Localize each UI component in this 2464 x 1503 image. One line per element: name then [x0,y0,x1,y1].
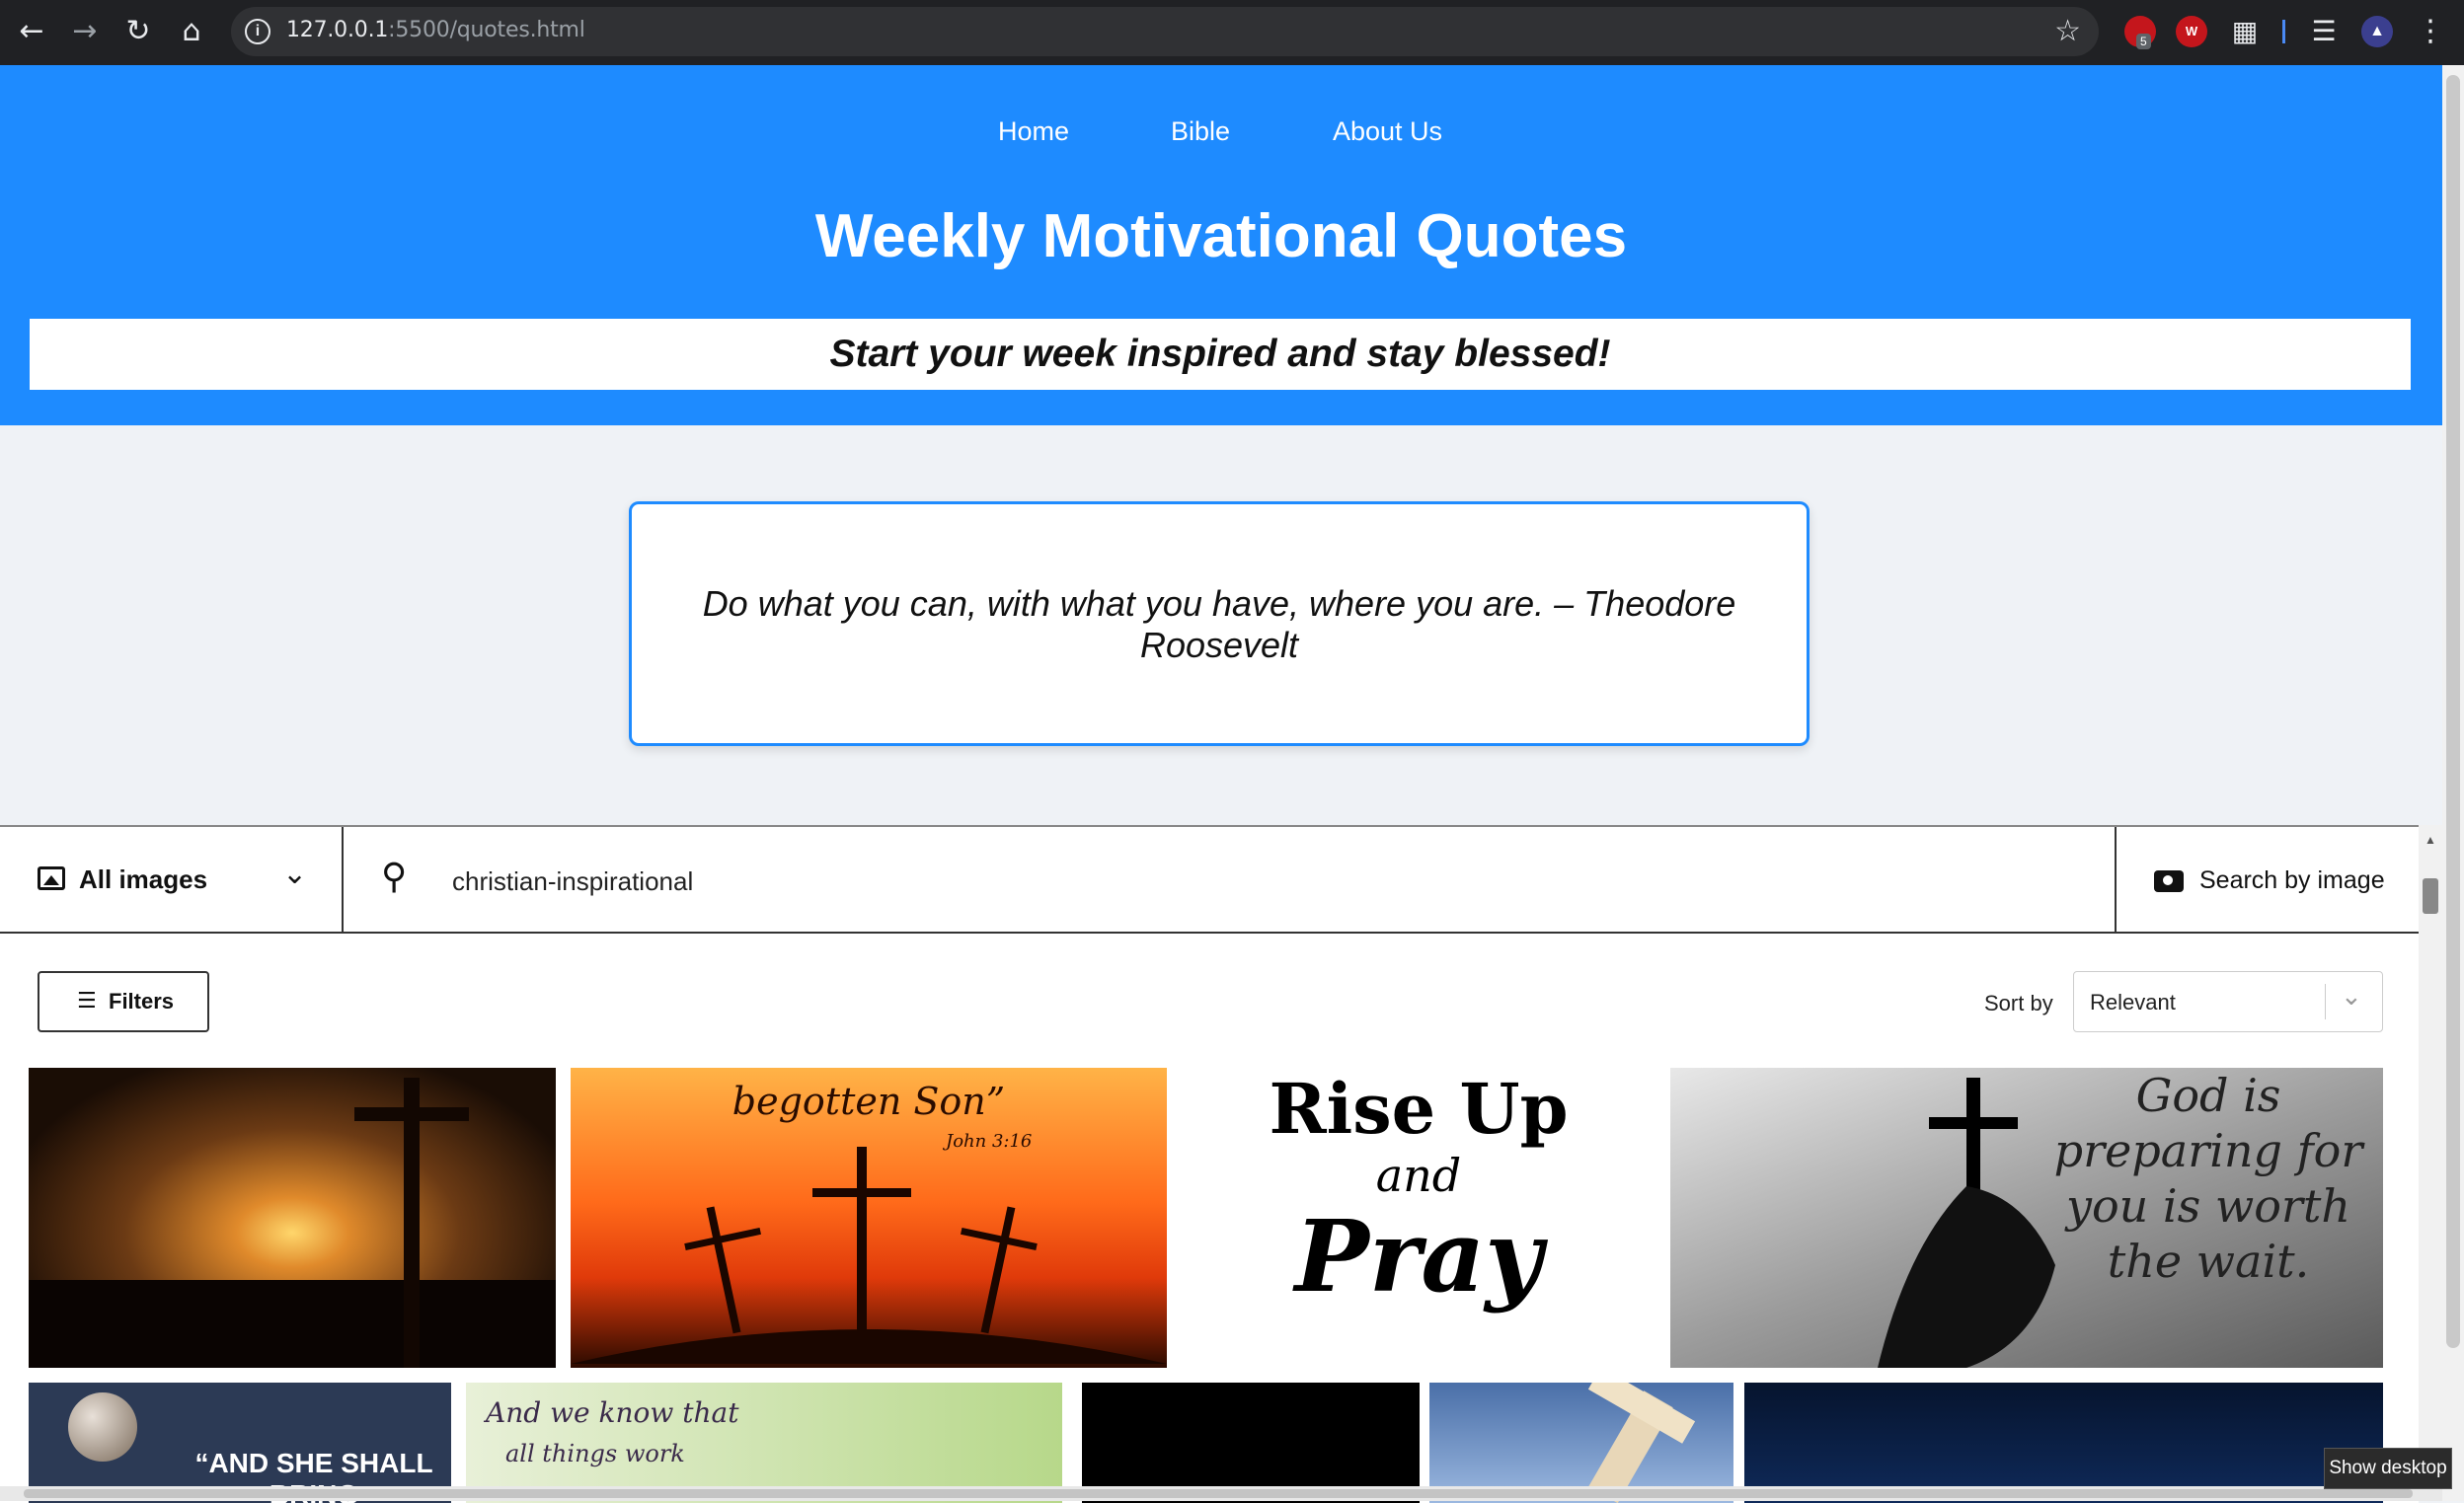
home-icon[interactable]: ⌂ [174,14,209,49]
kebab-menu-icon[interactable]: ⋮ [2415,16,2446,47]
tagline-banner: Start your week inspired and stay blesse… [30,319,2411,390]
result-image-god-is-preparing[interactable]: God is preparing for you is worth the wa… [1670,1068,2383,1368]
result-image-and-she-shall-bring[interactable]: “AND SHE SHALL BRING [29,1383,451,1503]
ornament-image [68,1392,137,1462]
chevron-down-icon: ⌄ [282,857,308,891]
tile-caption-line: the wait. [2107,1235,2310,1288]
search-icon: ⚲ [381,857,408,897]
camera-icon [2154,870,2184,892]
sort-value: Relevant [2090,990,2176,1015]
result-image-rise-up-and-pray[interactable]: Rise Up and Pray [1183,1068,1655,1368]
search-by-image-button[interactable]: Search by image [2115,827,2419,934]
chevron-down-icon: ⌄ [2341,982,2362,1012]
site-header: Home Bible About Us Weekly Motivational … [0,65,2442,425]
extension-badge: 5 [2136,34,2151,49]
result-image-dark[interactable] [1082,1383,1420,1503]
site-info-icon[interactable]: i [245,19,270,44]
result-image-night-sky[interactable] [1744,1383,2383,1503]
sort-divider [2325,984,2326,1019]
tile-caption-line: you is worth [2065,1179,2351,1233]
widget-scrollbar[interactable]: ▲ [2419,825,2442,1501]
sliders-icon: ☰ [77,989,97,1014]
scroll-up-icon[interactable]: ▲ [2425,833,2436,847]
extensions-puzzle-icon[interactable]: ▦ [2229,16,2261,47]
search-input[interactable]: ⚲ christian-inspirational [344,827,2115,934]
result-image-crucifix-sunset[interactable] [29,1068,556,1368]
wooden-cross [1587,1383,1696,1503]
page-title: Weekly Motivational Quotes [814,202,1628,270]
forward-icon[interactable]: → [67,14,103,49]
reload-icon[interactable]: ↻ [120,14,156,49]
page-scroll-thumb[interactable] [2446,75,2460,1348]
nav-home-link[interactable]: Home [998,116,1069,147]
tile-caption: all things work [505,1440,685,1467]
image-type-label: All images [79,864,208,894]
media-queue-icon[interactable]: ☰ [2308,16,2340,47]
crucifix-silhouette [29,1078,556,1368]
page-scrollbar[interactable] [2442,65,2464,1501]
show-desktop-tooltip: Show desktop [2324,1448,2452,1489]
search-bar: All images ⌄ ⚲ christian-inspirational S… [0,827,2419,934]
image-search-widget: All images ⌄ ⚲ christian-inspirational S… [0,825,2419,1503]
tile-caption: God is preparing for you is worth the wa… [2045,1068,2371,1289]
filters-label: Filters [109,989,175,1014]
tile-caption-line: God is [2135,1069,2281,1122]
url-text[interactable]: 127.0.0.1:5500/quotes.html [286,18,585,42]
browser-toolbar: ← → ↻ ⌂ i 127.0.0.1:5500/quotes.html ☆ 5… [0,0,2464,65]
quote-card: Do what you can, with what you have, whe… [629,501,1810,746]
tile-caption-line: preparing for [2053,1124,2363,1177]
result-image-all-things-work[interactable]: And we know that all things work [466,1383,1062,1503]
nav-bible-link[interactable]: Bible [1171,116,1230,147]
result-image-wooden-cross[interactable] [1429,1383,1733,1503]
result-image-three-crosses[interactable]: begotten Son” John 3:16 [571,1068,1167,1368]
tile-caption: And we know that [486,1396,739,1429]
quote-text: Do what you can, with what you have, whe… [702,583,1736,665]
tile-caption: Pray [1294,1198,1543,1315]
back-icon[interactable]: ← [14,14,49,49]
search-by-image-label: Search by image [2199,866,2385,894]
image-type-dropdown[interactable]: All images ⌄ [0,827,344,934]
address-bar[interactable]: i 127.0.0.1:5500/quotes.html ☆ [231,7,2099,56]
nav-about-link[interactable]: About Us [1333,116,1442,147]
tile-caption: Rise Up [1269,1068,1569,1150]
search-query[interactable]: christian-inspirational [452,866,693,897]
horizontal-scroll-thumb[interactable] [24,1489,2413,1498]
tile-caption: and [1375,1149,1462,1202]
filters-button[interactable]: ☰ Filters [38,971,209,1032]
widget-scroll-thumb[interactable] [2423,878,2438,914]
sort-select[interactable]: Relevant ⌄ [2073,971,2383,1032]
bookmark-star-icon[interactable]: ☆ [2054,14,2081,48]
profile-avatar-icon[interactable]: ▲ [2361,16,2393,47]
w-extension-icon[interactable]: W [2176,16,2207,47]
image-icon [38,866,65,890]
sort-label: Sort by [1984,991,2053,1015]
toolbar-divider [2282,20,2285,43]
horizontal-scrollbar[interactable] [0,1486,2442,1501]
three-crosses [571,1147,1167,1364]
